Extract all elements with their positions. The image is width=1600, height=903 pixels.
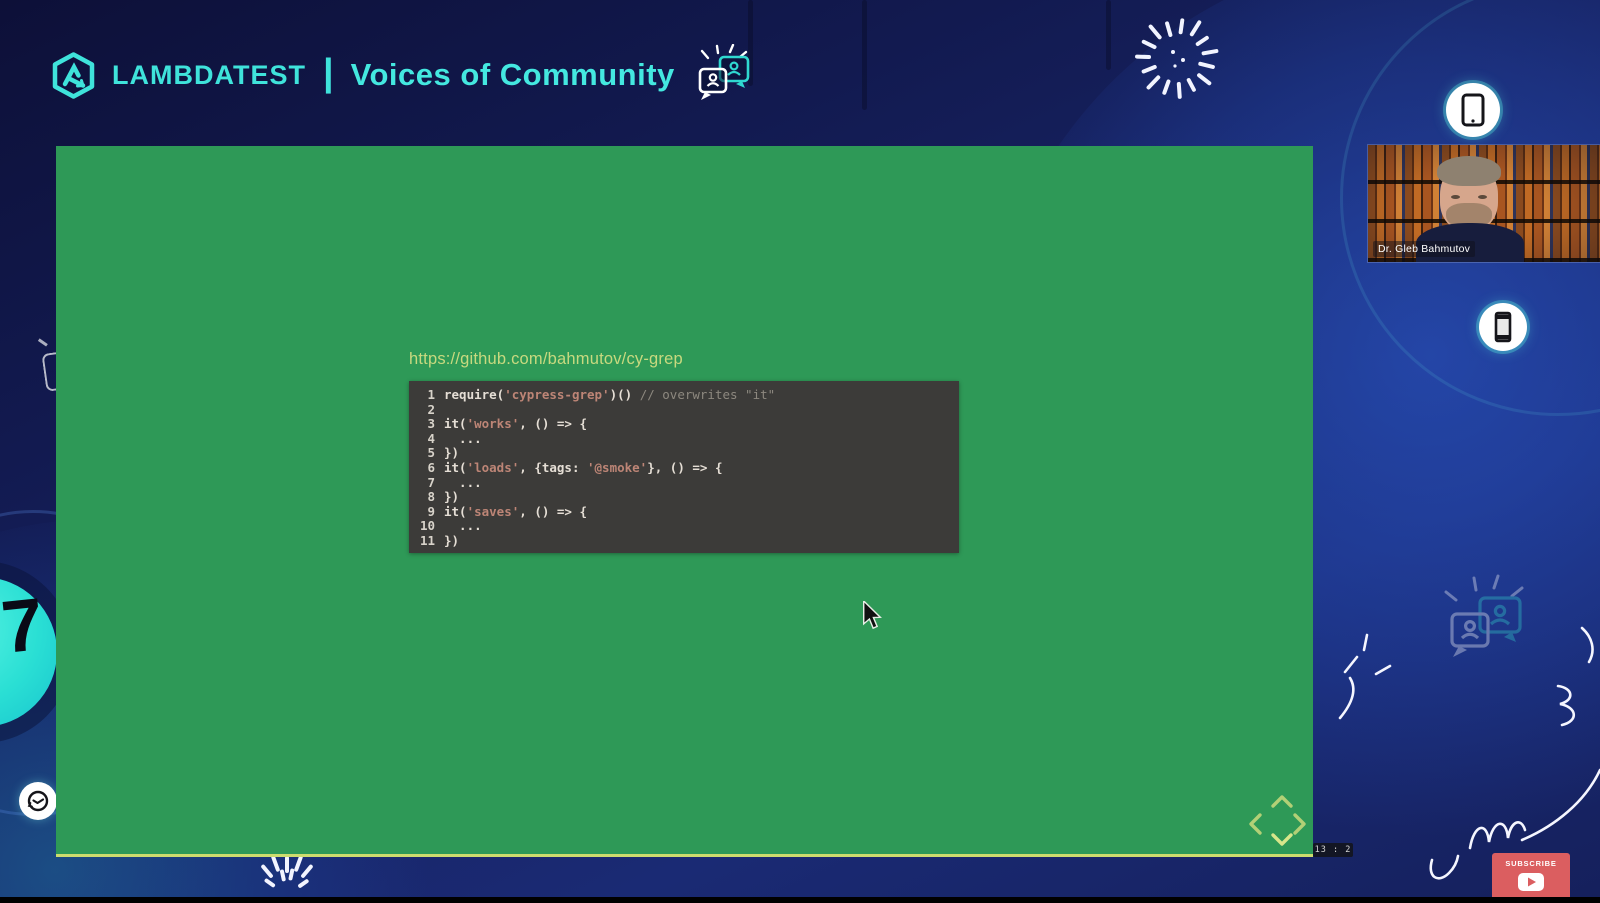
speaker-face xyxy=(1437,156,1501,231)
code-block: 1 require('cypress-grep')() // overwrites… xyxy=(409,381,959,553)
speaker-video[interactable]: Dr. Gleb Bahmutov xyxy=(1367,144,1600,263)
code-line: 9 it('saves', () => { xyxy=(427,503,587,519)
mobile-phone-icon xyxy=(1494,311,1512,343)
clock-icon xyxy=(27,790,49,812)
partial-chat-bubble-ray xyxy=(38,338,48,347)
voices-chat-icon xyxy=(698,44,750,100)
subscribe-label: SUBSCRIBE xyxy=(1505,859,1557,868)
youtube-play-icon xyxy=(1518,873,1544,891)
header-separator: | xyxy=(322,52,334,94)
code-line: 10 ... xyxy=(419,518,482,534)
bottom-letterbox xyxy=(0,897,1600,903)
tablet-icon xyxy=(1461,93,1485,127)
firework-decoration xyxy=(1135,18,1219,99)
repo-link[interactable]: https://github.com/bahmutov/cy-grep xyxy=(409,350,683,369)
code-line: 11}) xyxy=(419,532,460,548)
code-line: 5}) xyxy=(427,445,460,461)
slide-navigation xyxy=(1248,794,1318,856)
code-line: 4 ... xyxy=(427,430,482,446)
corner-number-badge: 7 xyxy=(0,577,57,727)
subscribe-button[interactable]: SUBSCRIBE xyxy=(1492,853,1570,903)
phone-device-badge xyxy=(1479,303,1527,351)
code-line: 2 xyxy=(427,401,435,417)
history-clock-button xyxy=(19,782,57,820)
nav-left-chevron[interactable] xyxy=(1248,812,1263,836)
webinar-stage: LAMBDATEST | Voices of Community 7 https… xyxy=(0,0,1600,903)
code-line: 6 it('loads', {tags: '@smoke'}, () => { xyxy=(427,459,723,475)
header: LAMBDATEST | Voices of Community xyxy=(50,44,752,106)
mouse-cursor xyxy=(863,601,882,630)
slide-progress-bar xyxy=(56,854,1313,857)
code-block-lines: 1 require('cypress-grep')() // overwrites… xyxy=(413,387,951,549)
nav-right-chevron[interactable] xyxy=(1292,812,1307,836)
code-line: 3 it('works', () => { xyxy=(427,416,587,432)
page-title: Voices of Community xyxy=(350,57,675,92)
code-line: 7 ... xyxy=(427,474,482,490)
nav-down-chevron[interactable] xyxy=(1270,832,1294,847)
presentation-slide: https://github.com/bahmutov/cy-grep 1 req… xyxy=(56,146,1353,857)
background-streak xyxy=(862,0,867,110)
lambdatest-logo-icon xyxy=(52,51,95,99)
code-line: 8}) xyxy=(427,489,460,505)
background-streak xyxy=(1106,0,1111,70)
tablet-device-badge xyxy=(1446,83,1500,137)
brand-name: LAMBDATEST xyxy=(112,59,306,90)
corner-digit: 7 xyxy=(0,582,48,669)
speaker-name-label: Dr. Gleb Bahmutov xyxy=(1373,241,1476,257)
nav-up-chevron[interactable] xyxy=(1270,794,1294,809)
code-line: 1 require('cypress-grep')() // overwrites… xyxy=(427,387,776,402)
